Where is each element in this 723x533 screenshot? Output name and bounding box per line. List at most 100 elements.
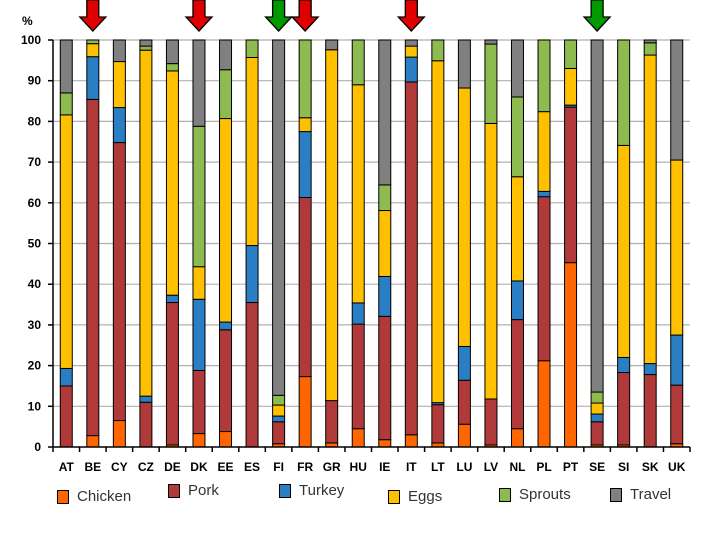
bar-segment-turkey: [510, 280, 524, 321]
bar-segment-travel: [510, 39, 524, 98]
bar-segment-chicken: [378, 439, 392, 448]
bar-segment-eggs: [219, 118, 233, 323]
bar-segment-sprouts: [510, 96, 524, 178]
legend-item-travel: Travel: [610, 486, 671, 503]
bar-segment-eggs: [192, 266, 206, 300]
x-tick-labels: AT BE CY CZ DE DK EE ES FI FR GR HU IE IT LT LU LV NL PL PT…: [59, 460, 686, 474]
bar-segment-chicken: [404, 434, 418, 448]
arrow-down-icon: [184, 0, 214, 32]
legend-item-pork: Pork: [168, 482, 219, 499]
x-tick-label: ES: [244, 460, 260, 474]
y-tick-labels: 0 10 20 30 40 50 60 70 80 90 100: [21, 33, 41, 454]
bar-segment-pork: [272, 421, 286, 445]
bar-segment-sprouts: [431, 39, 445, 62]
arrow-down-icon: [264, 0, 294, 32]
bar-segment-turkey: [351, 302, 365, 325]
x-tick-label: DK: [190, 460, 208, 474]
bar-segment-pork: [245, 302, 259, 448]
bar-segment-travel: [378, 39, 392, 186]
bar-segment-pork: [378, 315, 392, 441]
legend-swatch: [279, 483, 291, 498]
bar-segment-chicken: [510, 428, 524, 448]
legend-swatch: [610, 487, 622, 502]
x-tick-label: SK: [642, 460, 659, 474]
bar-segment-eggs: [351, 84, 365, 304]
bar-segment-sprouts: [59, 92, 73, 116]
x-tick-label: SI: [618, 460, 629, 474]
bar-segment-turkey: [298, 131, 312, 199]
bar-segment-turkey: [272, 415, 286, 423]
bar-segment-eggs: [643, 54, 657, 365]
bar-segment-travel: [325, 39, 339, 51]
legend-label: Eggs: [408, 488, 443, 505]
bar-segment-eggs: [431, 60, 445, 404]
bar-segment-pork: [325, 400, 339, 444]
x-tick-label: CZ: [138, 460, 154, 474]
x-tick-label: DE: [164, 460, 181, 474]
x-tick-label: GR: [323, 460, 341, 474]
bar-segment-turkey: [192, 298, 206, 371]
bar-segment-eggs: [510, 176, 524, 282]
x-tick-label: PT: [563, 460, 579, 474]
x-tick-label: LV: [484, 460, 498, 474]
x-tick-label: FI: [273, 460, 284, 474]
x-tick-label: BE: [84, 460, 101, 474]
bar-segment-sprouts: [139, 45, 153, 51]
bar-segment-chicken: [86, 435, 100, 448]
bar-segment-turkey: [643, 363, 657, 376]
bar-segment-sprouts: [617, 39, 631, 146]
bar-segment-pork: [219, 329, 233, 433]
bar-segment-turkey: [165, 294, 179, 304]
bar-segment-sprouts: [165, 63, 179, 72]
bar-segment-eggs: [590, 402, 604, 415]
bar-segment-pork: [298, 197, 312, 378]
bar-segment-pork: [590, 421, 604, 446]
bar-segment-eggs: [272, 404, 286, 417]
y-tick-label: 0: [34, 440, 41, 454]
y-tick-label: 90: [28, 74, 42, 88]
bar-segment-eggs: [86, 43, 100, 58]
bar-segment-pork: [564, 106, 578, 264]
bar-segment-pork: [112, 142, 126, 422]
y-tick-label: 20: [28, 359, 42, 373]
x-tick-label: CY: [111, 460, 128, 474]
legend: Chicken Pork Turkey Eggs Sprouts Travel: [0, 482, 723, 512]
bar-segment-eggs: [325, 49, 339, 402]
legend-item-chicken: Chicken: [57, 488, 131, 505]
bar-segment-pork: [192, 369, 206, 435]
bar-segment-eggs: [59, 114, 73, 369]
x-tick-label: AT: [59, 460, 75, 474]
bar-segment-eggs: [537, 111, 551, 192]
bar-segment-turkey: [537, 190, 551, 198]
bar-segment-pork: [351, 323, 365, 430]
bar-segment-pork: [59, 385, 73, 448]
bar-segment-turkey: [590, 413, 604, 423]
bar-segment-pork: [165, 302, 179, 446]
bar-segment-eggs: [112, 61, 126, 109]
x-tick-label: LU: [456, 460, 472, 474]
legend-item-eggs: Eggs: [388, 488, 442, 505]
x-tick-label: HU: [350, 460, 367, 474]
stacked-bar-chart: 0 10 20 30 40 50 60 70 80 90 100 AT BE CY CZ DE DK EE ES F…: [21, 0, 691, 474]
bar-segment-eggs: [165, 70, 179, 296]
legend-item-sprouts: Sprouts: [499, 486, 571, 503]
x-tick-label: EE: [218, 460, 234, 474]
bar-segment-travel: [590, 39, 604, 393]
bar-segment-turkey: [86, 56, 100, 100]
bar-segment-turkey: [404, 56, 418, 83]
arrow-down-icon: [290, 0, 320, 32]
bar-segment-turkey: [245, 245, 259, 304]
y-tick-label: 30: [28, 318, 42, 332]
bar-segment-travel: [139, 39, 153, 47]
bar-segment-turkey: [112, 107, 126, 144]
bar-segment-sprouts: [192, 125, 206, 268]
legend-swatch: [499, 487, 511, 502]
bar-segment-turkey: [670, 334, 684, 386]
bar-segment-travel: [404, 39, 418, 47]
y-tick-label: 80: [28, 114, 42, 128]
bar-segment-sprouts: [378, 184, 392, 212]
y-tick-label: 40: [28, 277, 42, 291]
x-tick-label: IT: [406, 460, 417, 474]
bar-segment-eggs: [670, 159, 684, 336]
bar-segment-pork: [404, 81, 418, 436]
